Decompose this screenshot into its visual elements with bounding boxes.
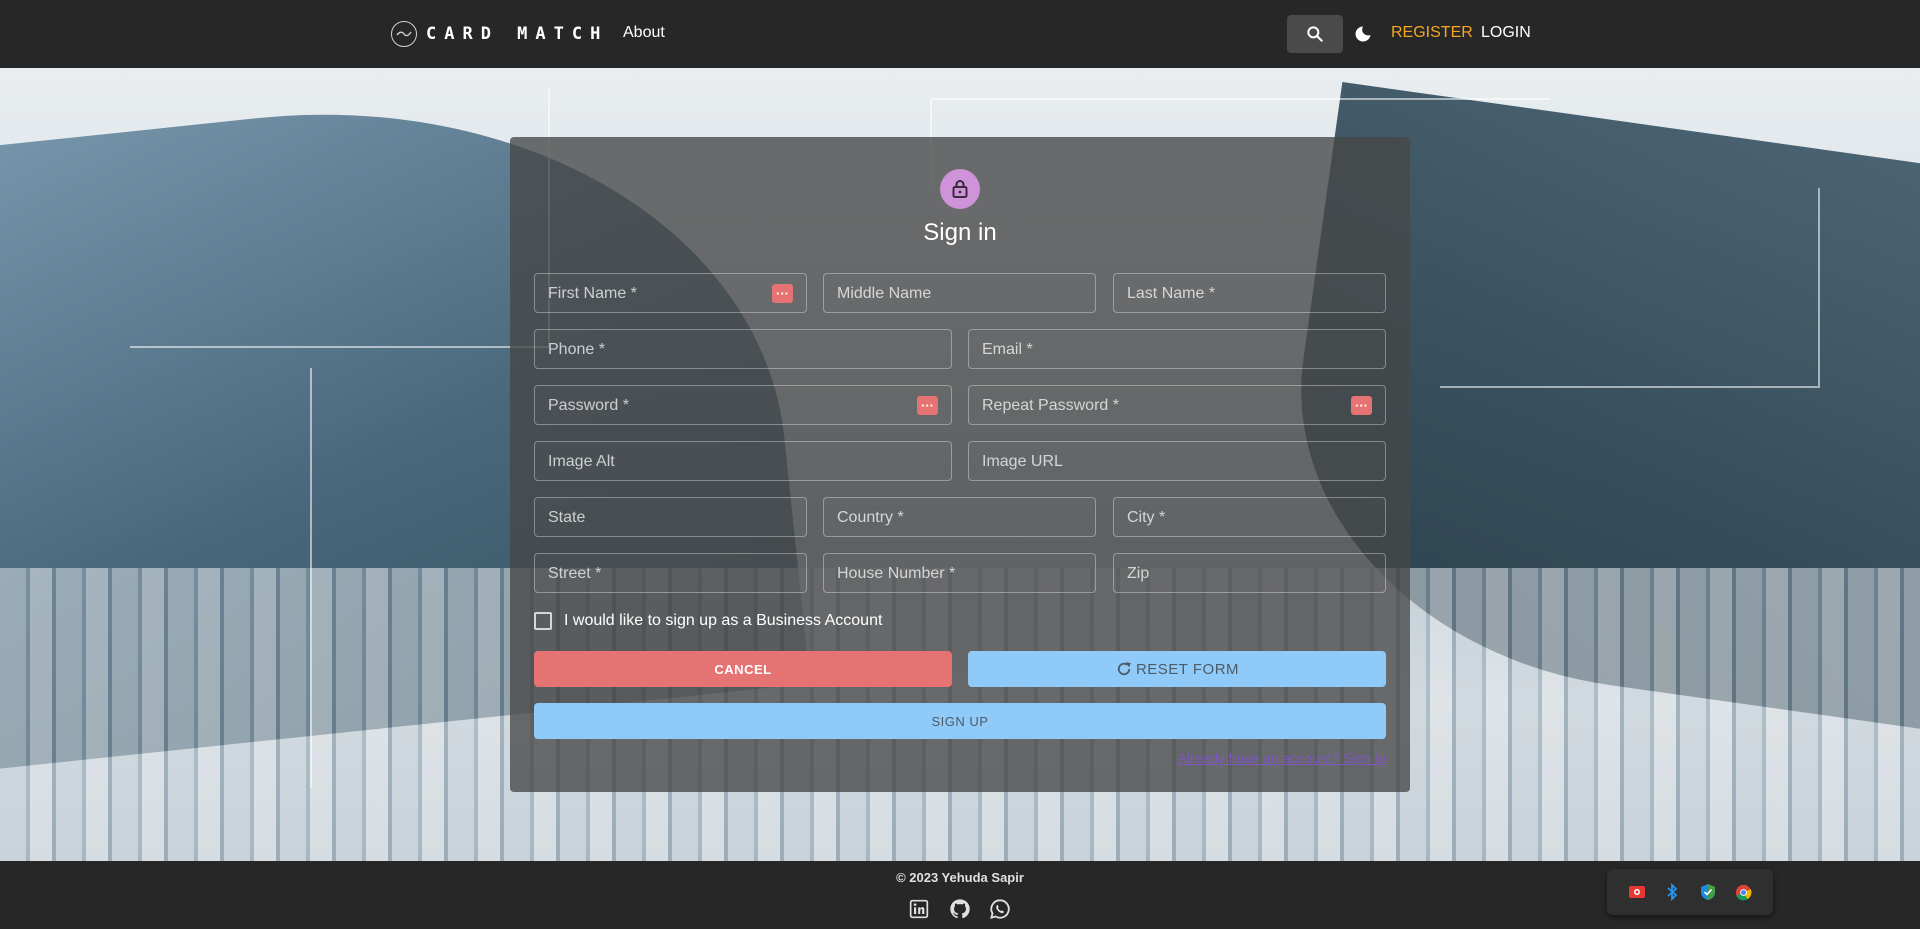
- sign-in-link[interactable]: Already have an account? Sign in: [1177, 750, 1386, 766]
- image-alt-label: Image Alt: [548, 453, 615, 470]
- nav-register-link[interactable]: REGISTER: [1391, 24, 1473, 42]
- reset-form-button[interactable]: RESET FORM: [968, 651, 1386, 687]
- image-url-field[interactable]: Image URL: [968, 441, 1386, 481]
- country-field[interactable]: Country *: [823, 497, 1096, 537]
- password-manager-icon[interactable]: ···: [1351, 396, 1372, 415]
- sign-up-button[interactable]: SIGN UP: [534, 703, 1386, 739]
- github-icon: [950, 899, 970, 919]
- reset-form-label: RESET FORM: [1135, 660, 1240, 678]
- last-name-label: Last Name *: [1127, 285, 1216, 302]
- password-manager-icon[interactable]: ···: [917, 396, 938, 415]
- nav-about-link[interactable]: About: [623, 24, 665, 42]
- state-field[interactable]: State: [534, 497, 807, 537]
- logo[interactable]: CARD MATCH: [391, 21, 608, 47]
- repeat-password-field[interactable]: Repeat Password * ···: [968, 385, 1386, 425]
- image-url-label: Image URL: [982, 453, 1063, 470]
- lock-avatar: [940, 169, 980, 209]
- cancel-button-label: CANCEL: [714, 661, 772, 677]
- city-label: City *: [1127, 509, 1166, 526]
- password-field[interactable]: Password * ···: [534, 385, 952, 425]
- linkedin-icon: [909, 899, 929, 919]
- form-title: Sign in: [923, 219, 997, 246]
- logo-icon: [391, 21, 417, 47]
- city-field[interactable]: City *: [1113, 497, 1386, 537]
- sign-up-label: SIGN UP: [931, 713, 989, 729]
- country-label: Country *: [837, 509, 904, 526]
- cancel-button[interactable]: CANCEL: [534, 651, 952, 687]
- image-alt-field[interactable]: Image Alt: [534, 441, 952, 481]
- recorder-tray-button[interactable]: [1628, 883, 1646, 901]
- nav-login-link[interactable]: LOGIN: [1481, 24, 1531, 42]
- business-account-row: I would like to sign up as a Business Ac…: [534, 612, 882, 630]
- phone-label: Phone *: [548, 341, 605, 358]
- bluetooth-icon: [1667, 883, 1678, 901]
- bluetooth-tray-button[interactable]: [1663, 883, 1681, 901]
- zip-label: Zip: [1127, 565, 1150, 582]
- security-shield-icon: [1700, 884, 1715, 900]
- linkedin-link[interactable]: [908, 898, 930, 920]
- chrome-tray-button[interactable]: [1734, 883, 1752, 901]
- last-name-field[interactable]: Last Name *: [1113, 273, 1386, 313]
- business-account-label[interactable]: I would like to sign up as a Business Ac…: [564, 612, 882, 630]
- circuit-line: [130, 88, 550, 348]
- first-name-field[interactable]: First Name * ···: [534, 273, 807, 313]
- theme-toggle-button[interactable]: [1351, 22, 1375, 46]
- first-name-label: First Name *: [548, 285, 637, 302]
- search-button[interactable]: [1287, 15, 1343, 53]
- moon-icon: [1355, 26, 1371, 42]
- password-manager-icon[interactable]: ···: [772, 284, 793, 303]
- whatsapp-icon: [990, 899, 1010, 919]
- lock-icon: [952, 180, 968, 198]
- repeat-password-label: Repeat Password *: [982, 397, 1119, 414]
- email-field[interactable]: Email *: [968, 329, 1386, 369]
- system-tray-popup: [1607, 869, 1773, 915]
- house-number-field[interactable]: House Number *: [823, 553, 1096, 593]
- github-link[interactable]: [949, 898, 971, 920]
- middle-name-field[interactable]: Middle Name: [823, 273, 1096, 313]
- security-tray-button[interactable]: [1699, 883, 1717, 901]
- street-field[interactable]: Street *: [534, 553, 807, 593]
- password-label: Password *: [548, 397, 629, 414]
- phone-field[interactable]: Phone *: [534, 329, 952, 369]
- refresh-icon: [1117, 662, 1131, 676]
- search-icon: [1307, 26, 1323, 42]
- circuit-line: [310, 368, 312, 788]
- email-label: Email *: [982, 341, 1033, 358]
- logo-text: CARD MATCH: [426, 24, 609, 44]
- recorder-icon: [1628, 886, 1645, 898]
- whatsapp-link[interactable]: [989, 898, 1011, 920]
- top-navbar: CARD MATCH About REGISTER LOGIN: [0, 0, 1920, 68]
- business-account-checkbox[interactable]: [534, 612, 552, 630]
- street-label: Street *: [548, 565, 602, 582]
- middle-name-label: Middle Name: [837, 285, 932, 302]
- state-label: State: [548, 509, 586, 526]
- zip-field[interactable]: Zip: [1113, 553, 1386, 593]
- circuit-line: [1440, 188, 1820, 388]
- house-number-label: House Number *: [837, 565, 956, 582]
- chrome-icon: [1735, 884, 1752, 900]
